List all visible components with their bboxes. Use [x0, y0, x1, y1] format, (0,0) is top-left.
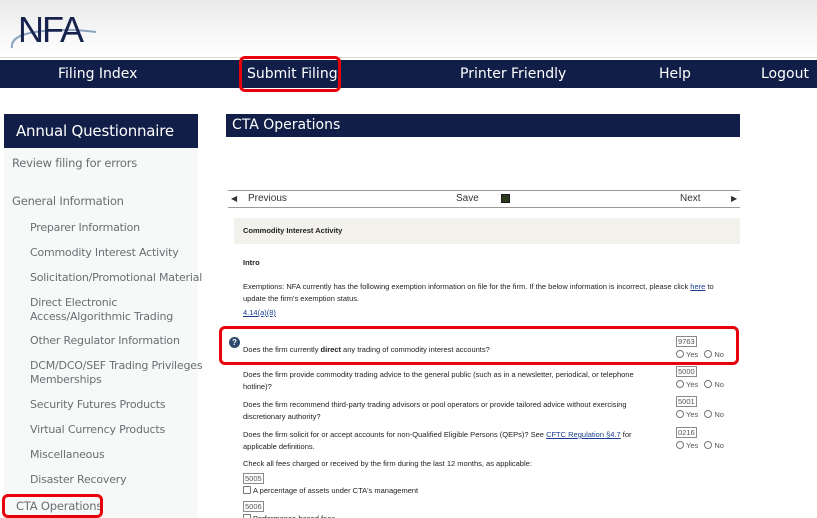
floppy-disk-icon[interactable]: [501, 194, 510, 203]
radio-no-label: No: [714, 350, 724, 359]
fee-code: 5005: [243, 473, 264, 484]
radio-no-label: No: [714, 380, 724, 389]
previous-button[interactable]: Previous: [248, 193, 287, 204]
question-9763-text: Does the firm currently direct any tradi…: [243, 344, 490, 356]
sidebar-item-other-regulator[interactable]: Other Regulator Information: [30, 334, 180, 348]
exemption-here-link[interactable]: here: [690, 282, 705, 291]
radio-yes-label: Yes: [686, 380, 699, 389]
sidebar-item-security-futures[interactable]: Security Futures Products: [30, 398, 166, 412]
radio-no-label: No: [714, 410, 724, 419]
question-5000-radios: Yes No: [676, 380, 724, 389]
sidebar-title: Annual Questionnaire: [4, 114, 198, 148]
question-5000-text-line2: hotline)?: [243, 382, 272, 391]
radio-yes[interactable]: [676, 441, 684, 449]
question-5000-text: Does the firm provide commodity trading …: [243, 370, 634, 379]
nfa-logo[interactable]: NFA: [8, 8, 98, 50]
question-text-part: Does the firm solicit for or accept acco…: [243, 430, 547, 439]
radio-no[interactable]: [704, 350, 713, 358]
question-code: 5000: [676, 366, 697, 377]
fee-checkbox[interactable]: [243, 486, 251, 494]
question-text-part: any trading of commodity interest accoun…: [340, 345, 490, 354]
save-button[interactable]: Save: [456, 193, 479, 204]
sidebar-item-virtual-currency[interactable]: Virtual Currency Products: [30, 423, 165, 437]
exemption-text-part: to: [705, 282, 714, 291]
exemption-code-link[interactable]: 4.14(a)(8): [243, 307, 276, 319]
question-0216-text-line2: applicable definitions.: [243, 442, 315, 451]
question-5001-text-line2: discretionary authority?: [243, 412, 321, 421]
question-0216-text: Does the firm solicit for or accept acco…: [243, 429, 632, 441]
fee-label: Performance-based fees: [253, 514, 335, 518]
fee-checkbox[interactable]: [243, 514, 251, 518]
sidebar-item-commodity-interest-activity[interactable]: Commodity Interest Activity: [30, 246, 179, 260]
radio-yes[interactable]: [676, 380, 684, 388]
sidebar-item-direct-electronic-access[interactable]: Direct Electronic Access/Algorithmic Tra…: [30, 296, 173, 324]
radio-no[interactable]: [704, 380, 713, 388]
nav-filing-index[interactable]: Filing Index: [58, 60, 137, 88]
radio-yes-label: Yes: [686, 350, 699, 359]
logo-text: NFA: [18, 9, 84, 50]
fee-5005-option: A percentage of assets under CTA's manag…: [243, 486, 418, 495]
page-title: CTA Operations: [226, 114, 740, 137]
nav-printer-friendly[interactable]: Printer Friendly: [460, 60, 566, 88]
sidebar-review-filing[interactable]: Review filing for errors: [12, 156, 137, 170]
radio-yes-label: Yes: [686, 441, 699, 450]
radio-yes[interactable]: [676, 350, 684, 358]
fee-5006-option: Performance-based fees: [243, 514, 335, 518]
intro-label: Intro: [243, 258, 260, 267]
sidebar-item-preparer-information[interactable]: Preparer Information: [30, 221, 140, 235]
exemption-text-line2: update the firm's exemption status.: [243, 294, 360, 303]
sidebar-item-disaster-recovery[interactable]: Disaster Recovery: [30, 473, 127, 487]
exemption-text-part: Exemptions: NFA currently has the follow…: [243, 282, 691, 291]
sidebar-item-label-line2: Memberships: [30, 373, 102, 386]
help-icon[interactable]: ?: [229, 337, 240, 348]
sidebar-item-label-line2: Access/Algorithmic Trading: [30, 310, 173, 323]
next-button[interactable]: Next: [680, 193, 701, 204]
sidebar-item-label: Direct Electronic: [30, 296, 118, 309]
sidebar-item-dcm-dco-sef[interactable]: DCM/DCO/SEF Trading Privileges Membershi…: [30, 359, 203, 387]
radio-yes-label: Yes: [686, 410, 699, 419]
site-header: NFA: [0, 0, 817, 58]
sidebar-item-miscellaneous[interactable]: Miscellaneous: [30, 448, 105, 462]
question-5001-radios: Yes No: [676, 410, 724, 419]
radio-no[interactable]: [704, 410, 713, 418]
question-5001-text: Does the firm recommend third-party trad…: [243, 400, 627, 409]
radio-no-label: No: [714, 441, 724, 450]
main-nav: Filing Index Submit Filing Printer Frien…: [0, 60, 817, 88]
cftc-regulation-link[interactable]: CFTC Regulation §4.7: [546, 430, 621, 439]
sidebar-item-label: DCM/DCO/SEF Trading Privileges: [30, 359, 203, 372]
chevron-right-icon[interactable]: ▶: [731, 194, 737, 203]
question-text-part: Does the firm currently: [243, 345, 321, 354]
nav-submit-filing[interactable]: Submit Filing: [247, 60, 338, 88]
question-9763-radios: Yes No: [676, 350, 724, 359]
radio-yes[interactable]: [676, 410, 684, 418]
question-text-bold: direct: [320, 345, 341, 354]
nav-logout[interactable]: Logout: [761, 60, 809, 88]
pager-bar: ◀ Previous Save Next ▶: [228, 190, 740, 208]
fee-label: A percentage of assets under CTA's manag…: [253, 486, 419, 495]
radio-no[interactable]: [704, 441, 713, 449]
exemption-text: Exemptions: NFA currently has the follow…: [243, 281, 743, 293]
question-code: 0216: [676, 427, 697, 438]
question-code: 9763: [676, 336, 697, 347]
chevron-left-icon[interactable]: ◀: [231, 194, 237, 203]
question-0216-radios: Yes No: [676, 441, 724, 450]
nav-help[interactable]: Help: [659, 60, 691, 88]
sidebar-general-information[interactable]: General Information: [12, 194, 124, 208]
question-code: 5001: [676, 396, 697, 407]
section-title: Commodity Interest Activity: [234, 218, 740, 244]
question-text-part: for: [620, 430, 632, 439]
fees-prompt: Check all fees charged or received by th…: [243, 459, 532, 468]
sidebar-item-solicitation[interactable]: Solicitation/Promotional Material: [30, 271, 202, 285]
sidebar-item-cta-operations[interactable]: CTA Operations: [16, 499, 102, 513]
fee-code: 5006: [243, 501, 264, 512]
